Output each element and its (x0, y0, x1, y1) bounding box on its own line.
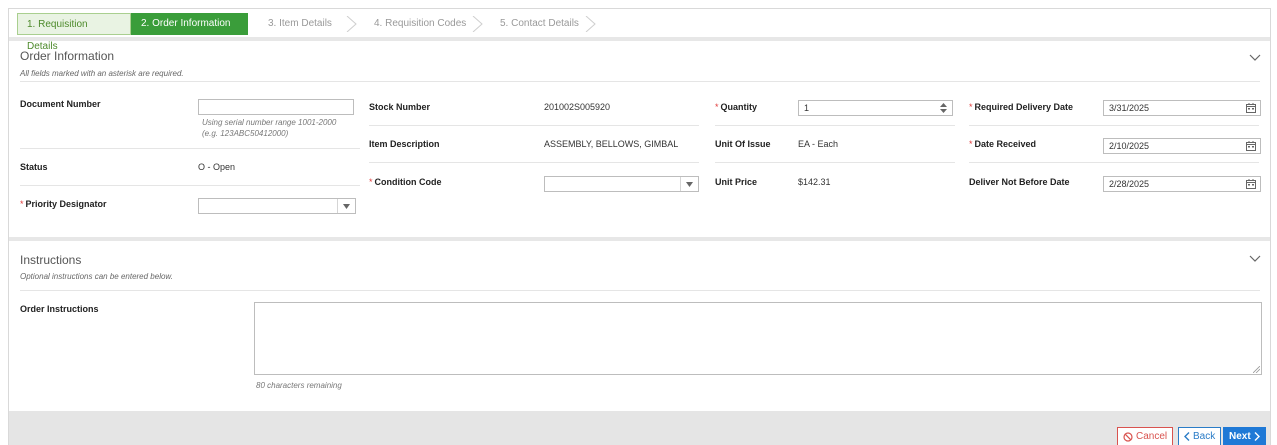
collapse-chevron-icon[interactable] (1249, 255, 1261, 263)
spinner-arrows-icon[interactable] (934, 101, 952, 115)
order-information-title: Order Information (20, 49, 115, 63)
order-instructions-textarea[interactable] (254, 302, 1262, 375)
date-received-value: 2/10/2025 (1109, 141, 1150, 151)
deliver-not-before-date-label: Deliver Not Before Date (969, 177, 1070, 187)
condition-code-label: * Condition Code (369, 177, 442, 187)
header-rule (20, 290, 1260, 291)
section-divider (9, 237, 1270, 241)
document-number-input[interactable] (198, 99, 354, 115)
cancel-icon (1123, 431, 1133, 442)
row-rule (20, 148, 360, 149)
deliver-not-before-date-value: 2/28/2025 (1109, 179, 1150, 189)
unit-of-issue-value: EA - Each (798, 139, 839, 149)
step-separator-icon (585, 16, 596, 32)
required-delivery-date-input[interactable]: 3/31/2025 (1103, 100, 1261, 116)
unit-of-issue-label: Unit Of Issue (715, 139, 771, 149)
item-description-label: Item Description (369, 139, 440, 149)
chevron-right-icon (1254, 432, 1260, 441)
wizard-steps: 1. Requisition Details 2. Order Informat… (17, 13, 597, 52)
quantity-label-text: Quantity (720, 102, 758, 112)
step-separator-icon (346, 16, 357, 32)
step-label: 4. Requisition Codes (374, 18, 467, 29)
document-number-hint: Using serial number range 1001-2000 (e.g… (202, 117, 336, 139)
next-label: Next (1229, 431, 1251, 442)
row-rule (715, 162, 955, 163)
item-description-value: ASSEMBLY, BELLOWS, GIMBAL (544, 139, 679, 149)
date-received-label: * Date Received (969, 139, 1036, 149)
stock-number-label: Stock Number (369, 102, 431, 112)
hint-line: (e.g. 123ABC50412000) (202, 129, 289, 138)
order-information-subtitle: All fields marked with an asterisk are r… (20, 69, 184, 78)
cancel-button[interactable]: Cancel (1117, 427, 1174, 445)
back-label: Back (1193, 431, 1216, 442)
header-rule (20, 81, 1260, 82)
required-delivery-date-value: 3/31/2025 (1109, 103, 1150, 113)
row-rule (969, 125, 1259, 126)
wizard-footer: Cancel Back Next (9, 411, 1270, 445)
required-asterisk: * (969, 139, 973, 149)
required-delivery-date-label: * Required Delivery Date (969, 102, 1073, 112)
status-label: Status (20, 162, 48, 172)
date-received-label-text: Date Received (974, 139, 1037, 149)
priority-designator-select[interactable] (198, 198, 356, 214)
order-instructions-label: Order Instructions (20, 304, 99, 314)
dropdown-arrow-icon (680, 177, 698, 191)
status-value: O - Open (198, 162, 236, 172)
step-label: 1. Requisition Details (27, 19, 88, 52)
required-asterisk: * (20, 199, 24, 209)
cancel-label: Cancel (1136, 431, 1168, 442)
back-button[interactable]: Back (1178, 427, 1222, 445)
step-label: 3. Item Details (268, 18, 332, 29)
row-rule (969, 162, 1259, 163)
condition-code-label-text: Condition Code (374, 177, 442, 187)
step-item-details[interactable]: 3. Item Details (248, 13, 358, 35)
step-label: 2. Order Information (141, 18, 231, 29)
resize-handle-icon[interactable] (1253, 366, 1260, 373)
step-label: 5. Contact Details (500, 18, 579, 29)
hint-line: Using serial number range 1001-2000 (202, 118, 337, 127)
collapse-chevron-icon[interactable] (1249, 54, 1261, 62)
step-separator-icon (472, 16, 483, 32)
priority-designator-label-text: Priority Designator (25, 199, 107, 209)
step-requisition-codes[interactable]: 4. Requisition Codes (358, 13, 484, 35)
calendar-icon[interactable] (1242, 177, 1260, 191)
stock-number-value: 201002S005920 (544, 102, 611, 112)
required-asterisk: * (715, 102, 719, 112)
dropdown-arrow-icon (337, 199, 355, 213)
step-contact-details[interactable]: 5. Contact Details (484, 13, 597, 35)
quantity-label: * Quantity (715, 102, 757, 112)
deliver-not-before-date-input[interactable]: 2/28/2025 (1103, 176, 1261, 192)
quantity-stepper[interactable]: 1 (798, 100, 953, 116)
instructions-subtitle: Optional instructions can be entered bel… (20, 272, 173, 281)
unit-price-label: Unit Price (715, 177, 758, 187)
instructions-title: Instructions (20, 253, 82, 267)
required-delivery-date-label-text: Required Delivery Date (974, 102, 1074, 112)
date-received-input[interactable]: 2/10/2025 (1103, 138, 1261, 154)
condition-code-select[interactable] (544, 176, 699, 192)
row-rule (20, 185, 360, 186)
section-divider (9, 37, 1270, 41)
next-button[interactable]: Next (1223, 427, 1266, 445)
row-rule (369, 125, 699, 126)
requisition-wizard: 1. Requisition Details 2. Order Informat… (8, 8, 1271, 445)
row-rule (715, 125, 955, 126)
chevron-left-icon (1184, 432, 1190, 441)
quantity-value: 1 (804, 103, 810, 113)
step-requisition-details[interactable]: 1. Requisition Details (17, 13, 131, 52)
required-asterisk: * (369, 177, 373, 187)
required-asterisk: * (969, 102, 973, 112)
document-number-label: Document Number (20, 99, 101, 109)
step-order-information[interactable]: 2. Order Information (131, 13, 258, 35)
calendar-icon[interactable] (1242, 101, 1260, 115)
characters-remaining: 80 characters remaining (256, 381, 342, 390)
row-rule (369, 162, 699, 163)
calendar-icon[interactable] (1242, 139, 1260, 153)
priority-designator-label: * Priority Designator (20, 199, 107, 209)
unit-price-value: $142.31 (798, 177, 831, 187)
